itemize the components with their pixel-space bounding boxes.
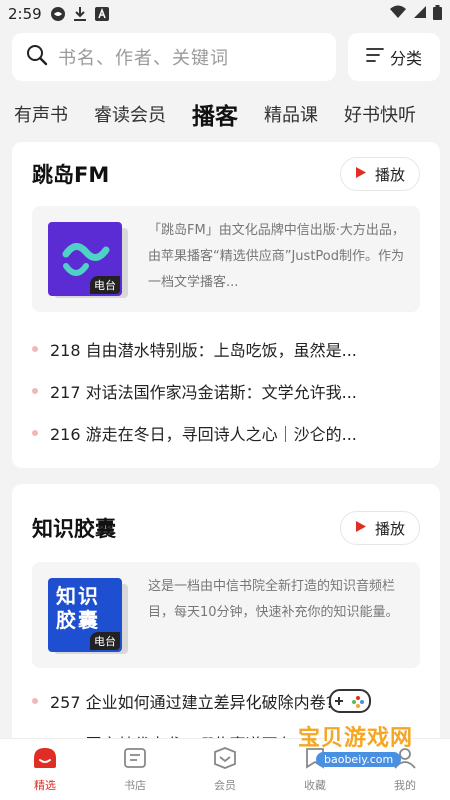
episode-title: 216 游走在冬日，寻回诗人之心｜沙仑的...	[50, 425, 357, 444]
podcast-card: 知识胶囊 播放 知识胶囊 电台 这是一档由中信书院全新打造的知识音频栏目，每天1…	[12, 484, 440, 754]
battery-icon	[433, 4, 442, 24]
home-icon	[32, 746, 58, 773]
play-icon	[355, 165, 367, 183]
a-app-icon	[94, 6, 110, 22]
tab-audiobook[interactable]: 有声书	[14, 101, 68, 127]
cover-title: 知识胶囊	[56, 584, 100, 632]
podcast-title[interactable]: 知识胶囊	[32, 513, 116, 543]
list-item[interactable]: 216 游走在冬日，寻回诗人之心｜沙仑的...	[32, 412, 426, 454]
watermark-url: baobeiy.com	[316, 752, 402, 767]
wifi-icon	[389, 5, 407, 23]
nav-label: 书店	[124, 779, 146, 792]
bullet-icon	[32, 698, 38, 704]
watermark: 宝贝游戏网 baobeiy.com	[278, 689, 428, 782]
gamepad-icon	[328, 686, 372, 720]
episode-title: 257 企业如何通过建立差异化破除内卷?	[50, 693, 335, 712]
podcast-cover: 电台	[48, 222, 122, 296]
nav-item-bookstore[interactable]: 书店	[90, 739, 180, 800]
podcast-card: 跳岛FM 播放 电台 「跳岛FM」由文化品牌中信出版·大方出品，由苹果播客“精选…	[12, 142, 440, 468]
tab-membership[interactable]: 睿读会员	[94, 101, 166, 127]
play-button[interactable]: 播放	[339, 511, 420, 545]
episode-list: 218 自由潜水特别版：上岛吃饭，虽然是... 217 对话法国作家冯金诺斯：文…	[32, 328, 426, 454]
bullet-icon	[32, 388, 38, 394]
play-label: 播放	[374, 165, 405, 184]
nav-label: 会员	[214, 779, 236, 792]
play-icon	[355, 519, 367, 537]
download-icon	[72, 6, 88, 22]
watermark-text: 宝贝游戏网	[298, 726, 414, 751]
nav-item-featured[interactable]: 精选	[0, 739, 90, 800]
podcast-description-box[interactable]: 电台 「跳岛FM」由文化品牌中信出版·大方出品，由苹果播客“精选供应商”Just…	[32, 206, 420, 312]
status-time: 2:59	[8, 5, 42, 23]
podcast-description: 这是一档由中信书院全新打造的知识音频栏目，每天10分钟，快速补充你的知识能量。	[148, 579, 399, 620]
signal-icon	[413, 5, 427, 23]
search-icon	[26, 44, 48, 70]
podcast-title[interactable]: 跳岛FM	[32, 159, 109, 189]
podcast-description: 「跳岛FM」由文化品牌中信出版·大方出品，由苹果播客“精选供应商”JustPod…	[148, 223, 405, 290]
list-item[interactable]: 217 对话法国作家冯金诺斯：文学允许我...	[32, 370, 426, 412]
tab-podcast[interactable]: 播客	[192, 97, 238, 131]
category-label: 分类	[389, 49, 422, 68]
podcast-description-box[interactable]: 知识胶囊 电台 这是一档由中信书院全新打造的知识音频栏目，每天10分钟，快速补充…	[32, 562, 420, 668]
tab-courses[interactable]: 精品课	[264, 101, 318, 127]
card-header: 知识胶囊 播放	[32, 508, 420, 548]
episode-title: 218 自由潜水特别版：上岛吃饭，虽然是...	[50, 341, 357, 360]
podcast-app-icon	[50, 6, 66, 22]
bookstore-icon	[122, 746, 148, 773]
episode-title: 217 对话法国作家冯金诺斯：文学允许我...	[50, 383, 357, 402]
play-button[interactable]: 播放	[339, 157, 420, 191]
bullet-icon	[32, 346, 38, 352]
cover-tag: 电台	[90, 632, 120, 650]
bullet-icon	[32, 430, 38, 436]
cover-tag: 电台	[90, 276, 120, 294]
nav-item-member[interactable]: 会员	[180, 739, 270, 800]
category-tabs: 有声书 睿读会员 播客 精品课 好书快听	[0, 92, 450, 136]
tab-quick-listen[interactable]: 好书快听	[344, 101, 416, 127]
category-button[interactable]: 分类	[348, 33, 440, 81]
search-placeholder: 书名、作者、关键词	[58, 48, 229, 69]
play-label: 播放	[374, 519, 405, 538]
search-row: 书名、作者、关键词 分类	[12, 33, 440, 81]
menu-icon	[366, 47, 384, 67]
nav-label: 精选	[34, 779, 56, 792]
card-header: 跳岛FM 播放	[32, 154, 420, 194]
search-input[interactable]: 书名、作者、关键词	[12, 33, 336, 81]
list-item[interactable]: 218 自由潜水特别版：上岛吃饭，虽然是...	[32, 328, 426, 370]
status-bar: 2:59	[0, 0, 450, 28]
podcast-cover: 知识胶囊 电台	[48, 578, 122, 652]
member-icon	[212, 746, 238, 773]
